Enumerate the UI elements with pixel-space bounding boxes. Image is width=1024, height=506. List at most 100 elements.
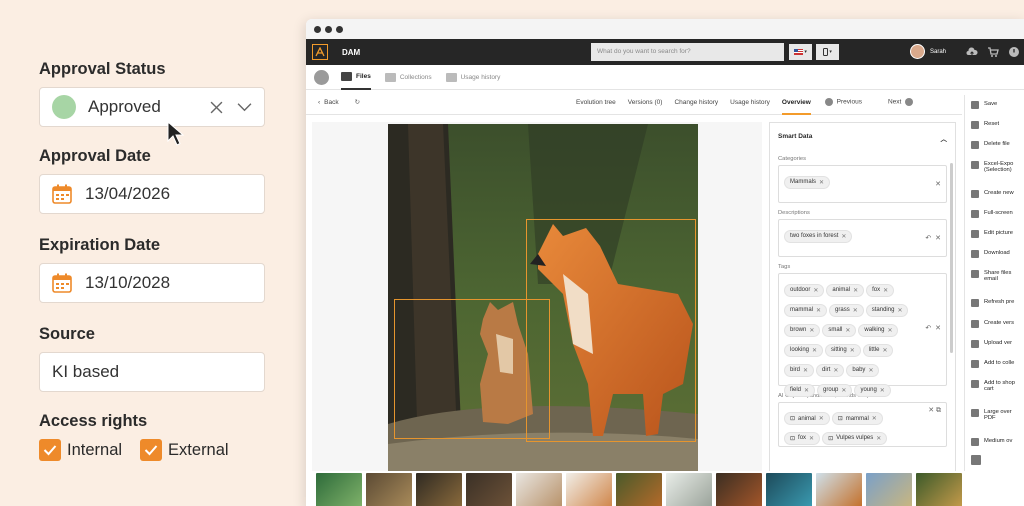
clear-open-controls[interactable]: ✕ ⧉ bbox=[928, 406, 941, 415]
remove-icon[interactable]: ✕ bbox=[872, 415, 877, 422]
remove-icon[interactable]: ✕ bbox=[833, 367, 838, 374]
fox-photo[interactable] bbox=[388, 124, 698, 472]
thumbnail[interactable] bbox=[566, 473, 612, 506]
thumbnail[interactable] bbox=[516, 473, 562, 506]
tags-field[interactable]: outdoor ✕ animal ✕ fox ✕ mammal ✕ grass ✕ standin… bbox=[778, 273, 947, 397]
cart-icon[interactable] bbox=[987, 46, 999, 58]
action-upload-version[interactable]: Upload ver bbox=[965, 340, 1016, 348]
remove-icon[interactable]: ✕ bbox=[809, 327, 814, 334]
approval-date-field[interactable]: 13/04/2026 bbox=[39, 174, 265, 214]
app-logo-icon[interactable] bbox=[312, 44, 328, 60]
action-medium-overview[interactable]: Medium ov bbox=[965, 438, 1016, 446]
nav-usage-history[interactable]: Usage history bbox=[730, 99, 770, 106]
undo-clear-controls[interactable]: ↶ ✕ bbox=[925, 234, 941, 242]
previous-button[interactable]: Previous bbox=[823, 98, 862, 106]
refresh-icon[interactable]: ↻ bbox=[355, 98, 360, 106]
action-create-new[interactable]: Create new bbox=[965, 190, 1018, 198]
access-external-checkbox[interactable]: External bbox=[140, 439, 229, 461]
cloud-upload-icon[interactable] bbox=[966, 46, 978, 58]
remove-icon[interactable]: ✕ bbox=[876, 435, 881, 442]
thumbnail[interactable] bbox=[466, 473, 512, 506]
thumbnail[interactable] bbox=[816, 473, 862, 506]
remove-icon[interactable]: ✕ bbox=[850, 347, 855, 354]
thumbnail[interactable] bbox=[316, 473, 362, 506]
nav-versions[interactable]: Versions (0) bbox=[628, 99, 663, 106]
nav-evolution-tree[interactable]: Evolution tree bbox=[576, 99, 616, 106]
action-reset[interactable]: Reset bbox=[965, 121, 1003, 129]
sidebar-toggle-icon bbox=[971, 455, 981, 465]
action-full-screen[interactable]: Full-screen bbox=[965, 210, 1017, 218]
action-edit-picture[interactable]: Edit picture bbox=[965, 230, 1017, 238]
thumbnail[interactable] bbox=[616, 473, 662, 506]
remove-icon[interactable]: ✕ bbox=[819, 415, 824, 422]
remove-icon[interactable]: ✕ bbox=[845, 327, 850, 334]
tag-chip: bird ✕ bbox=[784, 363, 815, 377]
clear-icon[interactable] bbox=[210, 101, 223, 114]
remove-icon[interactable]: ✕ bbox=[841, 233, 846, 240]
remove-icon[interactable]: ✕ bbox=[853, 307, 858, 314]
remove-icon[interactable]: ✕ bbox=[812, 347, 817, 354]
thumbnail[interactable] bbox=[766, 473, 812, 506]
remove-icon[interactable]: ✕ bbox=[841, 387, 846, 394]
action-refresh-preview[interactable]: Refresh pre bbox=[965, 299, 1018, 307]
remove-icon[interactable]: ✕ bbox=[868, 367, 873, 374]
next-button[interactable]: Next bbox=[888, 98, 915, 106]
descriptions-field[interactable]: two foxes in forest ✕ ↶ ✕ bbox=[778, 219, 947, 257]
action-download[interactable]: Download bbox=[965, 250, 1014, 258]
chevron-down-icon[interactable] bbox=[237, 102, 252, 112]
tab-collections[interactable]: Collections bbox=[384, 65, 432, 90]
remove-icon[interactable]: ✕ bbox=[809, 435, 814, 442]
thumbnail[interactable] bbox=[666, 473, 712, 506]
nav-overview[interactable]: Overview bbox=[781, 99, 811, 115]
object-icon: ⊡ bbox=[828, 435, 834, 442]
categories-field[interactable]: Mammals ✕ ✕ bbox=[778, 165, 947, 203]
remove-icon[interactable]: ✕ bbox=[880, 387, 885, 394]
chevron-up-icon[interactable]: ︿ bbox=[941, 133, 948, 143]
back-button[interactable]: ‹ Back bbox=[318, 99, 339, 106]
expiration-date-field[interactable]: 13/10/2028 bbox=[39, 263, 265, 303]
user-menu[interactable]: Sarah bbox=[910, 44, 946, 59]
thumbnail[interactable] bbox=[366, 473, 412, 506]
undo-clear-controls[interactable]: ↶ ✕ bbox=[925, 324, 941, 332]
remove-icon[interactable]: ✕ bbox=[819, 179, 824, 186]
remove-icon[interactable]: ✕ bbox=[853, 287, 858, 294]
source-field[interactable]: KI based bbox=[39, 352, 265, 392]
approval-status-select[interactable]: Approved bbox=[39, 87, 265, 127]
action-delete-file[interactable]: Delete file bbox=[965, 141, 1014, 149]
nav-change-history[interactable]: Change history bbox=[674, 99, 718, 106]
remove-icon[interactable]: ✕ bbox=[887, 327, 892, 334]
tab-files[interactable]: Files bbox=[341, 65, 371, 90]
tab-usage-history[interactable]: Usage history bbox=[445, 65, 500, 90]
thumbnail[interactable] bbox=[866, 473, 912, 506]
action-share-files[interactable]: Share files email bbox=[965, 270, 1024, 282]
remove-icon[interactable]: ✕ bbox=[883, 287, 888, 294]
action-save[interactable]: Save bbox=[965, 101, 1001, 109]
panel-scrollbar[interactable] bbox=[950, 163, 953, 353]
action-create-version[interactable]: Create vers bbox=[965, 320, 1018, 328]
action-add-to-cart[interactable]: Add to shop cart bbox=[965, 380, 1024, 392]
thumbnail[interactable] bbox=[916, 473, 962, 506]
remove-icon[interactable]: ✕ bbox=[882, 347, 887, 354]
thumbnail[interactable] bbox=[716, 473, 762, 506]
power-icon[interactable] bbox=[1008, 46, 1020, 58]
thumbnail[interactable] bbox=[416, 473, 462, 506]
global-search-input[interactable]: What do you want to search for? bbox=[591, 43, 784, 61]
tag-row: brown ✕ small ✕ walking ✕ bbox=[783, 318, 942, 338]
approval-status-label: Approval Status bbox=[39, 60, 166, 78]
panel-toggle[interactable] bbox=[965, 455, 985, 465]
remove-icon[interactable]: ✕ bbox=[803, 367, 808, 374]
action-excel-export[interactable]: Excel-Expo (Selection) bbox=[965, 161, 1024, 173]
tag-chip-label: outdoor bbox=[790, 287, 811, 293]
remove-icon[interactable]: ✕ bbox=[816, 307, 821, 314]
remove-icon[interactable]: ✕ bbox=[897, 307, 902, 314]
action-large-overview-pdf[interactable]: Large over PDF bbox=[965, 409, 1024, 421]
remove-icon[interactable]: ✕ bbox=[804, 387, 809, 394]
clear-icon[interactable]: ✕ bbox=[935, 180, 941, 188]
action-add-to-collection[interactable]: Add to colle bbox=[965, 360, 1018, 368]
language-select[interactable]: ▾ bbox=[789, 44, 812, 60]
remove-icon[interactable]: ✕ bbox=[813, 287, 818, 294]
device-select[interactable]: ▾ bbox=[816, 44, 839, 60]
menu-icon[interactable] bbox=[314, 69, 329, 85]
access-internal-checkbox[interactable]: Internal bbox=[39, 439, 122, 461]
ai-objects-field[interactable]: ⊡ animal ✕ ⊡ mammal ✕ ⊡ fox ✕ ⊡ Vulpes vulpes ✕ ✕ … bbox=[778, 402, 947, 447]
